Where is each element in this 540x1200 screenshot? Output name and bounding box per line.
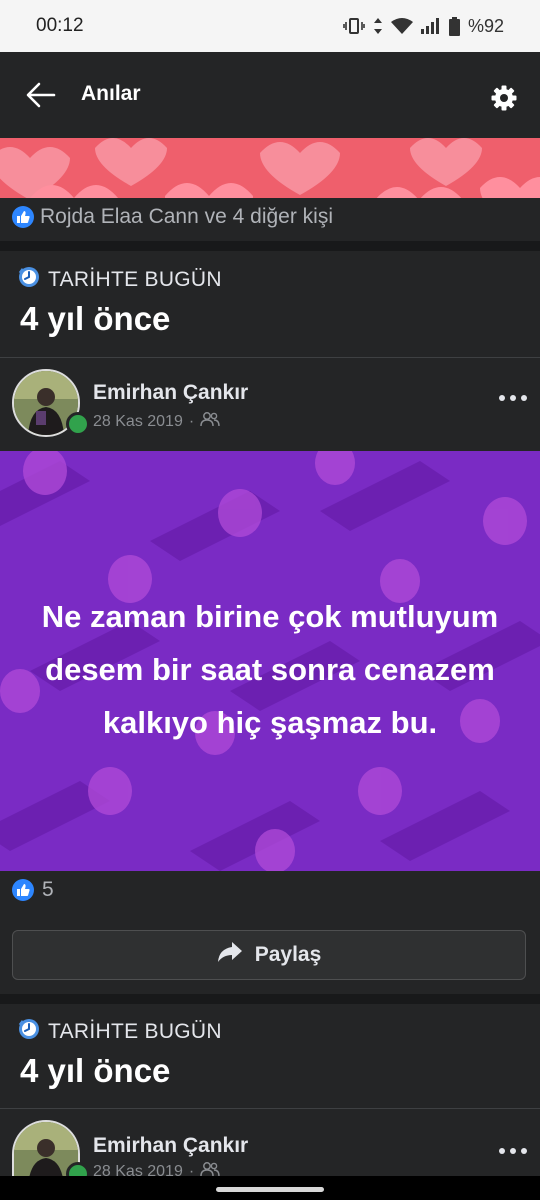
post-text-line-1: Ne zaman birine çok mutluyum (41, 599, 499, 634)
clock-icon (18, 1018, 40, 1046)
section-label-text: TARİHTE BUGÜN (48, 1020, 222, 1043)
vibrate-icon (343, 17, 365, 35)
battery-percent: %92 (467, 15, 504, 36)
page-title: Anılar (81, 82, 141, 105)
memory-label-1: TARİHTE BUGÜN (18, 266, 222, 294)
share-arrow-icon (217, 941, 243, 969)
post-like-count[interactable]: 5 (12, 878, 54, 902)
signal-icon (420, 17, 441, 35)
friends-audience-icon (200, 411, 220, 432)
post-header (0, 358, 540, 451)
back-arrow-icon[interactable] (26, 82, 56, 108)
post-author[interactable]: Emirhan Çankır (93, 381, 248, 405)
post-text-line-3: kalkıyo hiç şaşmaz bu. (102, 705, 438, 740)
clock-icon (18, 266, 40, 294)
status-bar: 00:12 %92 (0, 0, 540, 52)
post-author-2[interactable]: Emirhan Çankır (93, 1134, 248, 1158)
home-gesture-handle[interactable] (216, 1187, 324, 1192)
like-count: 5 (42, 878, 54, 901)
memory-label-2: TARİHTE BUGÜN (18, 1018, 222, 1046)
share-button[interactable]: Paylaş (12, 930, 526, 980)
status-time: 00:12 (36, 15, 84, 36)
more-options-icon[interactable] (497, 1144, 529, 1156)
data-transfer-icon (373, 17, 383, 35)
post-text-line-2: desem bir saat sonra cenazem (45, 652, 495, 687)
post-reactions[interactable]: Rojda Elaa Cann ve 4 diğer kişi (12, 202, 333, 232)
post-text: Ne zaman birine çok mutluyum desem bir s… (0, 590, 540, 749)
section-label-text: TARİHTE BUGÜN (48, 268, 222, 291)
online-status-dot (66, 412, 90, 436)
wifi-icon (390, 17, 413, 35)
share-label: Paylaş (254, 943, 322, 966)
settings-gear-icon[interactable] (490, 84, 518, 112)
status-icons: %92 (343, 16, 504, 37)
years-ago-title: 4 yıl önce (20, 1052, 171, 1089)
years-ago-title: 4 yıl önce (20, 300, 171, 337)
like-reaction-icon (12, 879, 34, 901)
previous-post-image[interactable] (0, 138, 540, 198)
reactions-text: Rojda Elaa Cann ve 4 diğer kişi (40, 205, 333, 228)
post-meta: 28 Kas 2019 · (93, 411, 220, 432)
hearts-pattern (0, 138, 540, 198)
meta-separator: · (188, 412, 195, 430)
more-options-icon[interactable] (497, 391, 529, 403)
battery-icon (448, 16, 460, 36)
app-bar: Anılar (0, 52, 540, 138)
like-reaction-icon (12, 206, 34, 228)
post-date[interactable]: 28 Kas 2019 (93, 413, 183, 431)
